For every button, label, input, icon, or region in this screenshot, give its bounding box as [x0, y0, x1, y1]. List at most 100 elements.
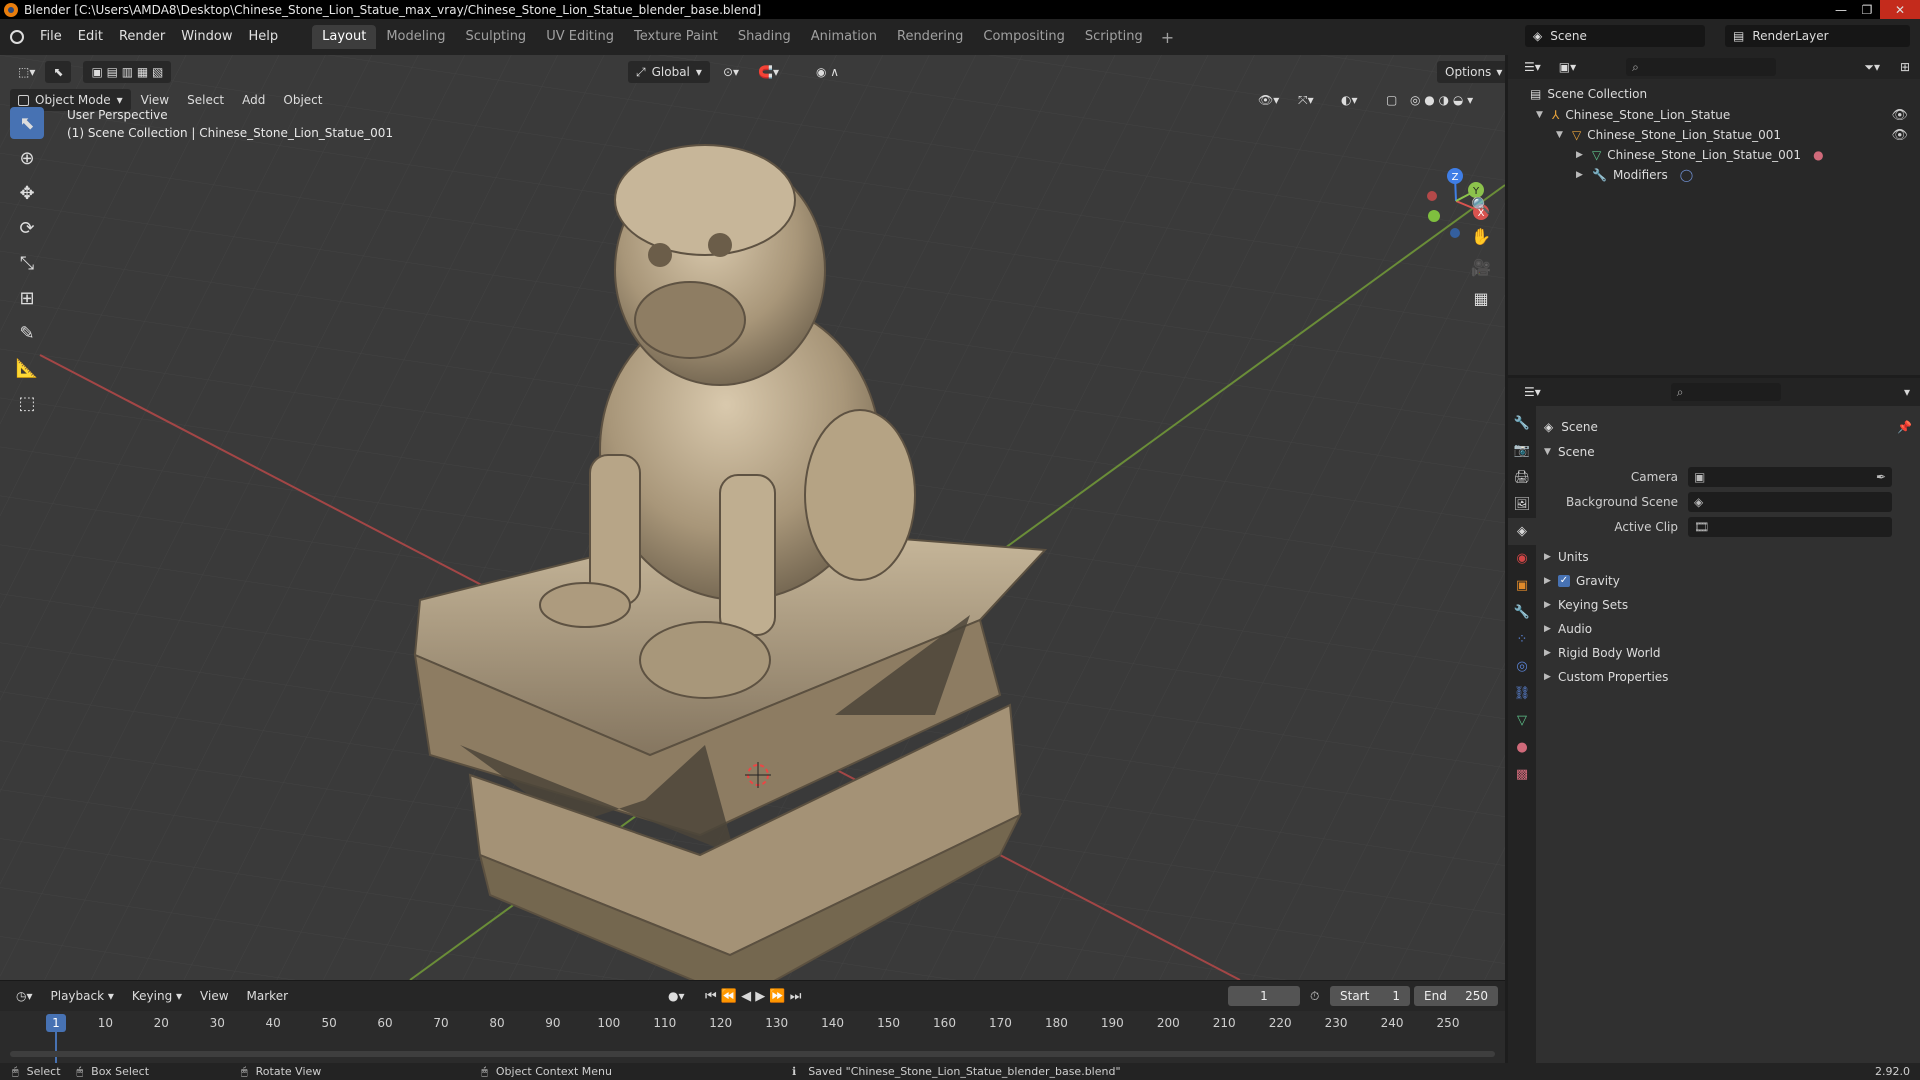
- panel-audio[interactable]: ▶ Audio: [1544, 618, 1592, 640]
- rotate-tool-icon[interactable]: ⟳: [10, 212, 44, 244]
- measure-tool-icon[interactable]: 📐: [10, 352, 44, 384]
- timeline-menu-marker[interactable]: Marker: [239, 985, 296, 1007]
- outliner-editor-icon[interactable]: ☰▾: [1516, 56, 1549, 78]
- camera-input[interactable]: ▣ ✒: [1688, 467, 1892, 487]
- background-scene-input[interactable]: ◈: [1688, 492, 1892, 512]
- panel-scene-header[interactable]: ▼ Scene: [1544, 441, 1595, 463]
- menu-window[interactable]: Window: [173, 25, 240, 49]
- expand-triangle-icon[interactable]: ▶: [1576, 150, 1586, 160]
- selection-mode-icons[interactable]: ▣ ▤ ▥ ▦ ▧: [83, 61, 172, 83]
- world-tab-icon[interactable]: ◉: [1508, 545, 1536, 572]
- scale-tool-icon[interactable]: ⤡: [10, 247, 44, 279]
- menu-help[interactable]: Help: [241, 25, 287, 49]
- tab-texture-paint[interactable]: Texture Paint: [624, 25, 728, 49]
- menu-file[interactable]: File: [32, 25, 70, 49]
- record-icon[interactable]: ●▾: [660, 985, 693, 1007]
- data-tab-icon[interactable]: ▽: [1508, 707, 1536, 734]
- chevron-down-icon[interactable]: ▾: [1904, 385, 1910, 399]
- pin-icon[interactable]: 📌: [1897, 420, 1912, 434]
- tab-compositing[interactable]: Compositing: [973, 25, 1075, 49]
- output-tab-icon[interactable]: 🖨: [1508, 464, 1536, 491]
- pivot-point-icon[interactable]: ⊙▾: [715, 61, 747, 83]
- menu-edit[interactable]: Edit: [70, 25, 111, 49]
- 3d-viewport[interactable]: Z X Y ⬚▾ ⬉ ▣ ▤ ▥ ▦ ▧ ⤢ Global ▾ ⊙▾ 🧲▾ ◉ …: [0, 55, 1505, 980]
- tab-scripting[interactable]: Scripting: [1075, 25, 1153, 49]
- physics-tab-icon[interactable]: ◎: [1508, 653, 1536, 680]
- tree-item-lion-statue-001[interactable]: ▼ ▽ Chinese_Stone_Lion_Statue_001 👁: [1556, 125, 1916, 145]
- tab-animation[interactable]: Animation: [801, 25, 887, 49]
- display-mode-icon[interactable]: ▣▾: [1551, 56, 1584, 78]
- add-workspace-icon[interactable]: +: [1153, 28, 1182, 47]
- material-tab-icon[interactable]: ●: [1508, 734, 1536, 761]
- viewport-menu-object[interactable]: Object: [275, 89, 330, 111]
- constraints-tab-icon[interactable]: ⛓: [1508, 680, 1536, 707]
- scene-selector[interactable]: ◈ Scene: [1525, 25, 1705, 47]
- shading-modes-icons[interactable]: ◎ ● ◑ ◒ ▾: [1402, 89, 1481, 111]
- options-dropdown[interactable]: Options ▾: [1437, 61, 1505, 83]
- tree-scene-collection[interactable]: ▤ Scene Collection: [1530, 84, 1647, 104]
- eye-icon[interactable]: 👁: [1891, 128, 1908, 143]
- tree-item-modifiers[interactable]: ▶ 🔧 Modifiers ◯: [1576, 165, 1693, 185]
- modifier-tab-icon[interactable]: 🔧: [1508, 599, 1536, 626]
- gravity-checkbox[interactable]: ✓: [1558, 575, 1570, 587]
- viewport-menu-add[interactable]: Add: [234, 89, 273, 111]
- minimize-button[interactable]: —: [1828, 0, 1854, 19]
- end-frame-field[interactable]: End 250: [1414, 986, 1498, 1006]
- visibility-icon[interactable]: 👁▾: [1250, 89, 1287, 111]
- view-layer-tab-icon[interactable]: 🖼: [1508, 491, 1536, 518]
- transform-tool-icon[interactable]: ⊞: [10, 282, 44, 314]
- scene-tab-icon[interactable]: ◈: [1508, 518, 1536, 545]
- timeline-menu-view[interactable]: View: [192, 985, 236, 1007]
- panel-gravity[interactable]: ▶ ✓ Gravity: [1544, 570, 1620, 592]
- select-box-tool-icon[interactable]: ⬉: [10, 107, 44, 139]
- move-tool-icon[interactable]: ✥: [10, 177, 44, 209]
- filter-icon[interactable]: ⏷▾: [1864, 60, 1880, 75]
- new-collection-icon[interactable]: ⊞: [1900, 60, 1910, 74]
- zoom-icon[interactable]: 🔍: [1466, 190, 1496, 220]
- object-tab-icon[interactable]: ▣: [1508, 572, 1536, 599]
- playback-controls[interactable]: ⏮ ⏪ ◀ ▶ ⏩ ⏭: [705, 989, 801, 1004]
- tree-item-mesh-data[interactable]: ▶ ▽ Chinese_Stone_Lion_Statue_001 ●: [1576, 145, 1824, 165]
- overlays-icon[interactable]: ◐▾: [1333, 89, 1366, 111]
- expand-triangle-icon[interactable]: ▼: [1556, 130, 1566, 140]
- tab-layout[interactable]: Layout: [312, 25, 377, 49]
- gizmo-toggle-icon[interactable]: ⤧▾: [1290, 89, 1322, 111]
- add-cube-tool-icon[interactable]: ⬚: [10, 387, 44, 419]
- panel-units[interactable]: ▶ Units: [1544, 546, 1589, 568]
- tab-rendering[interactable]: Rendering: [887, 25, 973, 49]
- timeline-editor-icon[interactable]: ◷▾: [8, 985, 41, 1007]
- tab-modeling[interactable]: Modeling: [376, 25, 455, 49]
- tab-sculpting[interactable]: Sculpting: [455, 25, 536, 49]
- close-button[interactable]: ✕: [1880, 0, 1920, 19]
- annotate-tool-icon[interactable]: ✎: [10, 317, 44, 349]
- select-tool-icon[interactable]: ⬉: [45, 61, 72, 83]
- expand-triangle-icon[interactable]: ▶: [1576, 170, 1586, 180]
- particles-tab-icon[interactable]: ⁘: [1508, 626, 1536, 653]
- transform-orientation-dropdown[interactable]: ⤢ Global ▾: [628, 61, 710, 83]
- blender-menu-icon[interactable]: [10, 30, 24, 44]
- expand-triangle-icon[interactable]: ▼: [1536, 110, 1546, 120]
- outliner-search-input[interactable]: ⌕: [1626, 58, 1777, 76]
- pan-hand-icon[interactable]: ✋: [1466, 221, 1496, 251]
- tab-shading[interactable]: Shading: [728, 25, 801, 49]
- cursor-tool-icon[interactable]: ⊕: [10, 142, 44, 174]
- playhead[interactable]: 1: [46, 1014, 66, 1032]
- current-frame-field[interactable]: 1: [1228, 986, 1300, 1006]
- panel-keying-sets[interactable]: ▶ Keying Sets: [1544, 594, 1628, 616]
- perspective-toggle-icon[interactable]: ▦: [1466, 283, 1496, 313]
- proportional-editing-icon[interactable]: ◉ ∧: [808, 61, 847, 83]
- timeline-menu-keying[interactable]: Keying ▾: [124, 985, 190, 1007]
- menu-render[interactable]: Render: [111, 25, 173, 49]
- tree-item-lion-statue[interactable]: ▼ ⅄ Chinese_Stone_Lion_Statue 👁: [1536, 105, 1916, 125]
- preview-range-icon[interactable]: ⏱: [1310, 989, 1319, 1004]
- camera-view-icon[interactable]: 🎥: [1466, 252, 1496, 282]
- timeline-ruler[interactable]: 10 20 30 40 50 60 70 80 90 100 110 120 130 140 150 160 1…: [0, 1013, 1505, 1035]
- active-clip-input[interactable]: 🎞: [1688, 517, 1892, 537]
- properties-search-input[interactable]: ⌕: [1670, 383, 1781, 401]
- viewport-menu-select[interactable]: Select: [179, 89, 232, 111]
- render-tab-icon[interactable]: 📷: [1508, 437, 1536, 464]
- tab-uv-editing[interactable]: UV Editing: [536, 25, 624, 49]
- editor-type-icon[interactable]: ⬚▾: [10, 61, 43, 83]
- texture-tab-icon[interactable]: ▩: [1508, 761, 1536, 788]
- timeline-menu-playback[interactable]: Playback ▾: [43, 985, 122, 1007]
